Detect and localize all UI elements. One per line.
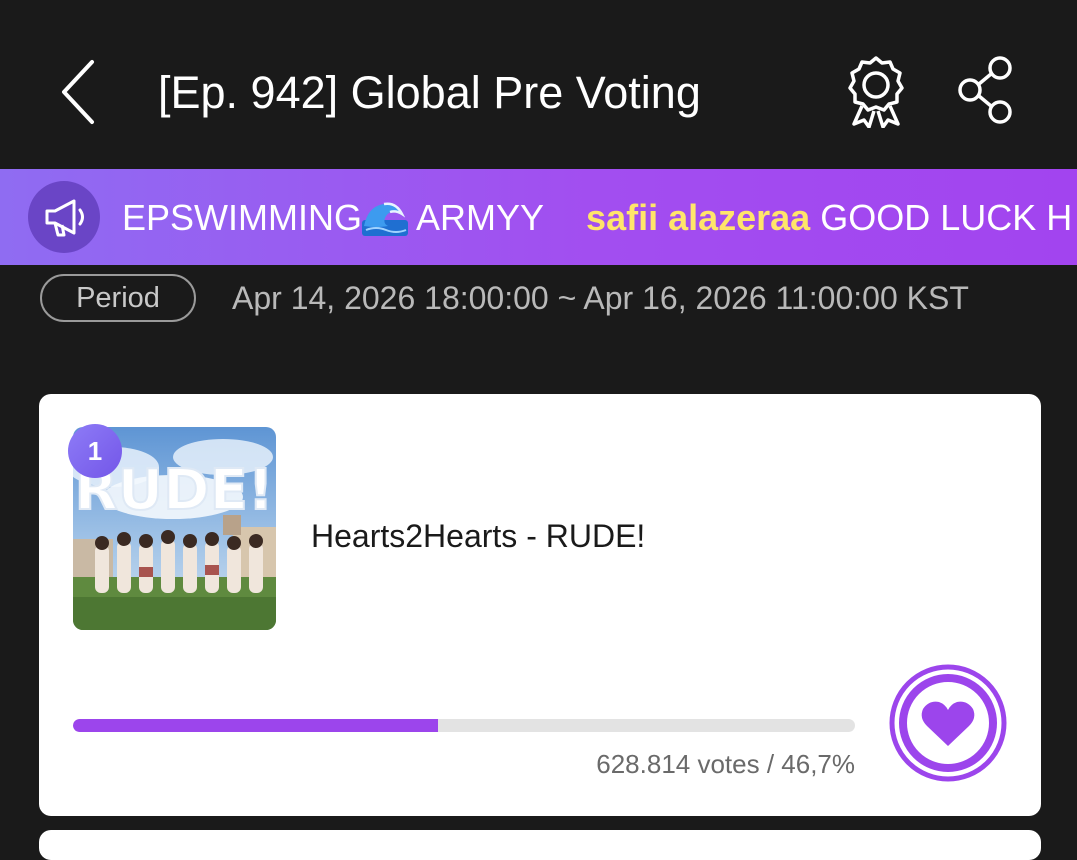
announcement-banner[interactable]: EPSWIMMING ARMYY safii alazeraa GOOD LUCK… xyxy=(0,169,1077,265)
wave-emoji-icon xyxy=(362,202,408,236)
award-ribbon-icon xyxy=(848,56,904,129)
chevron-left-icon xyxy=(62,60,94,124)
ticker-message-2: GOOD LUCK H xyxy=(810,197,1073,238)
ticker-sender: safii alazeraa xyxy=(586,197,811,238)
ticker-text: EPSWIMMING ARMYY safii alazeraa GOOD LUCK… xyxy=(122,196,1072,240)
vote-count: 628.814 votes / 46,7% xyxy=(596,749,855,779)
share-button[interactable] xyxy=(950,52,1022,128)
vote-progress-bar xyxy=(73,719,855,732)
period-label: Period xyxy=(40,274,196,322)
megaphone-button[interactable] xyxy=(28,181,100,253)
award-button[interactable] xyxy=(838,54,914,129)
top-app-bar: [Ep. 942] Global Pre Voting xyxy=(0,0,1077,169)
ticker-message-suffix: ARMYY xyxy=(408,197,545,238)
megaphone-icon xyxy=(45,199,84,237)
page-title: [Ep. 942] Global Pre Voting xyxy=(158,67,701,118)
ticker-message: EPSWIMMING xyxy=(122,197,362,238)
rank-badge: 1 xyxy=(68,424,122,478)
share-icon xyxy=(958,56,1012,124)
next-vote-entry-card[interactable] xyxy=(39,830,1041,860)
heart-icon xyxy=(889,664,1007,782)
song-title: Hearts2Hearts - RUDE! xyxy=(311,518,646,554)
back-button[interactable] xyxy=(52,56,108,128)
period-range: Apr 14, 2026 18:00:00 ~ Apr 16, 2026 11:… xyxy=(232,280,969,316)
vote-progress-fill xyxy=(73,719,439,732)
vote-entry-card[interactable]: RUDE! 1 Hearts2Hearts - RUDE! 628.814 vo… xyxy=(39,394,1041,816)
vote-button[interactable] xyxy=(889,664,1007,782)
